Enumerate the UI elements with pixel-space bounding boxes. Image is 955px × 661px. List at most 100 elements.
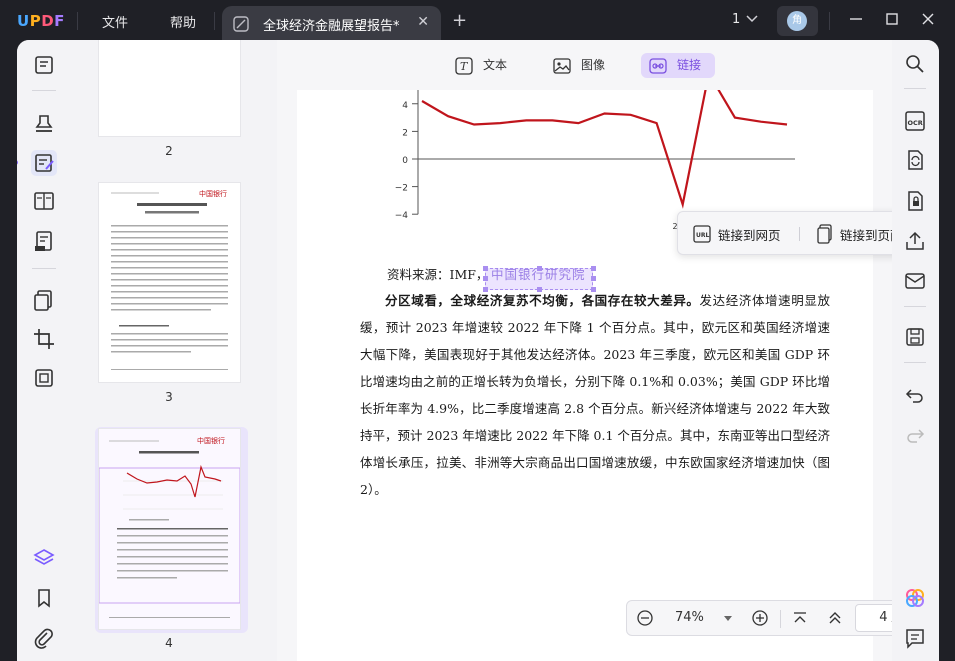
web-link-icon: URL xyxy=(693,225,711,243)
minimize-icon[interactable] xyxy=(848,11,864,27)
save-icon[interactable] xyxy=(904,326,926,348)
thumbnail-page-2[interactable] xyxy=(99,40,240,136)
fill-sign-button[interactable] xyxy=(31,228,57,254)
organize-pages-icon xyxy=(34,192,54,210)
zoom-out-icon[interactable] xyxy=(636,609,654,627)
avatar: 角 xyxy=(787,11,807,31)
convert-icon[interactable] xyxy=(904,149,926,171)
comment-button[interactable] xyxy=(31,110,57,136)
menu-file[interactable]: 文件 xyxy=(102,12,128,31)
link-options-popup: URL 链接到网页 链接到页面 xyxy=(677,211,921,255)
zoom-in-icon[interactable] xyxy=(751,609,769,627)
edit-pdf-button[interactable] xyxy=(31,150,57,176)
active-indicator xyxy=(17,160,18,165)
divider xyxy=(904,306,926,307)
title-bar: UPDF 文件 帮助 全球经济金融展望报告* ✕ + 1 角 xyxy=(0,0,955,42)
resize-handle[interactable] xyxy=(483,266,488,271)
divider xyxy=(829,12,830,30)
divider xyxy=(214,12,215,30)
divider xyxy=(904,362,926,363)
zoom-dropdown-icon[interactable] xyxy=(723,613,733,623)
divider xyxy=(780,610,781,628)
image-tool-label: 图像 xyxy=(581,58,606,72)
thumbnail-number: 3 xyxy=(165,390,173,404)
account-button[interactable]: 角 xyxy=(777,6,818,36)
pdf-page: 420−2−4202020222024F 资料来源：IMF， 中国银行研究院 分… xyxy=(297,90,873,661)
updf-logo[interactable]: UPDF xyxy=(17,12,65,30)
window-count[interactable]: 1 xyxy=(732,12,740,27)
menu-help[interactable]: 帮助 xyxy=(170,12,196,31)
link-icon xyxy=(649,58,667,74)
organize-pages-button[interactable] xyxy=(31,188,57,214)
search-icon[interactable] xyxy=(904,53,926,75)
main-frame: 2 中国银行 3 中国银行 4 T 文本 图像 链接 4 2 0 −2 −4 资… xyxy=(17,40,939,661)
zoom-value[interactable]: 74% xyxy=(675,610,704,625)
chevron-down-icon[interactable] xyxy=(746,12,758,26)
crop-icon xyxy=(34,329,54,349)
pages-icon xyxy=(34,290,52,311)
new-tab-icon[interactable]: + xyxy=(452,10,467,31)
resize-handle[interactable] xyxy=(591,276,596,281)
svg-text:中国银行: 中国银行 xyxy=(197,436,225,445)
page-4-preview: 中国银行 xyxy=(99,436,240,618)
divider xyxy=(32,268,56,269)
comments-icon[interactable] xyxy=(904,627,926,649)
watermark-button[interactable] xyxy=(31,365,57,391)
layers-button[interactable] xyxy=(31,545,57,571)
first-page-icon[interactable] xyxy=(791,609,809,627)
reader-mode-button[interactable] xyxy=(31,52,57,78)
document-tab-icon xyxy=(233,16,249,32)
ocr-icon[interactable]: OCR xyxy=(904,110,926,132)
document-tab[interactable]: 全球经济金融展望报告* ✕ xyxy=(222,6,441,42)
series-line xyxy=(421,90,788,209)
y-tick-label: −2 xyxy=(395,184,408,194)
text-tool-button[interactable]: T 文本 xyxy=(447,53,517,78)
paragraph-lead: 分区域看，全球经济复苏不均衡，各国存在较大差异。 xyxy=(385,293,700,308)
thumbnail-page-3[interactable]: 中国银行 xyxy=(99,183,240,382)
close-tab-icon[interactable]: ✕ xyxy=(417,14,429,30)
form-icon xyxy=(35,231,52,251)
attachment-button[interactable] xyxy=(31,625,57,651)
body-paragraph: 分区域看，全球经济复苏不均衡，各国存在较大差异。发达经济体增速明显放缓，预计 2… xyxy=(360,287,830,503)
svg-text:中国银行: 中国银行 xyxy=(199,189,227,198)
undo-icon[interactable] xyxy=(904,384,926,406)
maximize-icon[interactable] xyxy=(884,11,900,27)
share-icon[interactable] xyxy=(904,230,926,252)
protect-icon[interactable] xyxy=(904,190,926,212)
link-tool-label: 链接 xyxy=(677,58,702,72)
y-tick-label: 4 xyxy=(402,101,408,111)
page-tools-button[interactable] xyxy=(31,287,57,313)
thumbnail-page-4[interactable]: 中国银行 xyxy=(99,429,240,629)
thumbnail-number: 2 xyxy=(165,144,173,158)
bookmark-button[interactable] xyxy=(31,585,57,611)
divider xyxy=(799,227,800,241)
crop-button[interactable] xyxy=(31,326,57,352)
bookmark-icon xyxy=(38,589,50,608)
paragraph-text: 发达经济体增速明显放缓，预计 2023 年增速较 2022 年下降 1 个百分点… xyxy=(360,293,830,497)
resize-handle[interactable] xyxy=(537,266,542,271)
svg-text:T: T xyxy=(460,60,469,73)
ai-assistant-icon[interactable] xyxy=(904,587,926,609)
image-tool-button[interactable]: 图像 xyxy=(545,53,615,78)
highlighter-icon xyxy=(35,115,53,132)
previous-page-icon[interactable] xyxy=(826,609,844,627)
link-tool-button[interactable]: 链接 xyxy=(641,53,715,78)
y-tick-label: 2 xyxy=(402,128,408,138)
close-window-icon[interactable] xyxy=(920,11,936,27)
edit-toolbar: T 文本 图像 链接 xyxy=(277,50,892,80)
right-toolbar: OCR xyxy=(892,40,939,661)
redo-icon[interactable] xyxy=(904,424,926,446)
divider xyxy=(32,90,56,91)
email-icon[interactable] xyxy=(904,270,926,292)
source-caption: 资料来源：IMF， xyxy=(387,267,489,282)
thumbnail-panel: 2 中国银行 3 中国银行 4 xyxy=(71,40,277,661)
resize-handle[interactable] xyxy=(483,276,488,281)
tab-title: 全球经济金融展望报告* xyxy=(263,19,400,34)
divider xyxy=(904,88,926,89)
resize-handle[interactable] xyxy=(591,266,596,271)
text-tool-label: 文本 xyxy=(483,58,508,72)
left-toolbar xyxy=(17,40,71,661)
divider xyxy=(77,12,78,30)
page-link-icon xyxy=(817,224,832,244)
link-to-web-option[interactable]: 链接到网页 xyxy=(718,225,781,244)
